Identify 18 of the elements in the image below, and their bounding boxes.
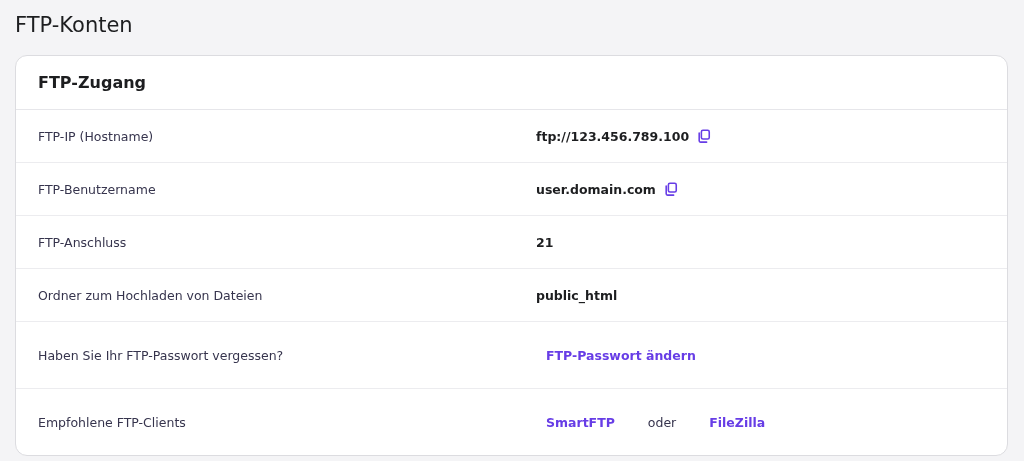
field-label: FTP-Anschluss	[38, 234, 128, 250]
field-label: FTP-Benutzername	[38, 181, 157, 197]
field-value: user.domain.com	[536, 181, 656, 197]
field-label: Haben Sie Ihr FTP-Passwort vergessen?	[38, 347, 285, 363]
field-value: public_html	[536, 287, 618, 303]
copy-icon[interactable]	[663, 182, 678, 196]
field-label: Empfohlene FTP-Clients	[38, 414, 187, 430]
link[interactable]: SmartFTP	[546, 414, 615, 430]
copy-icon[interactable]	[697, 129, 712, 143]
field-label: FTP-IP (Hostname)	[38, 128, 155, 144]
separator-text: oder	[647, 414, 677, 430]
field-value: ftp://123.456.789.100	[536, 128, 690, 144]
link[interactable]: FileZilla	[709, 414, 766, 430]
field-value: 21	[536, 234, 554, 250]
link[interactable]: FTP-Passwort ändern	[546, 347, 696, 363]
page-title: FTP-Konten	[15, 12, 133, 39]
card-title: FTP-Zugang	[38, 73, 146, 92]
field-label: Ordner zum Hochladen von Dateien	[38, 287, 264, 303]
